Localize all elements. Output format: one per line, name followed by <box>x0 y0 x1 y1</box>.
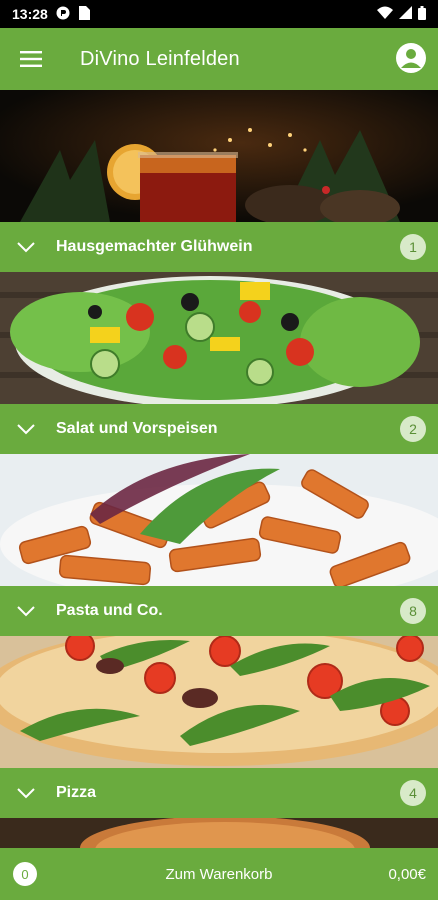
status-time: 13:28 <box>12 6 48 22</box>
category-salat[interactable]: Salat und Vorspeisen 2 <box>0 272 438 454</box>
cart-bar[interactable]: 0 Zum Warenkorb 0,00€ <box>0 848 438 900</box>
chevron-down-icon[interactable] <box>0 787 52 799</box>
status-bar: 13:28 <box>0 0 438 28</box>
category-gluehwein[interactable]: Hausgemachter Glühwein 1 <box>0 90 438 272</box>
app-bar: DiVino Leinfelden <box>0 28 438 90</box>
pasta-photo <box>0 454 438 586</box>
category-count-badge: 8 <box>400 598 426 624</box>
chevron-down-icon[interactable] <box>0 605 52 617</box>
battery-icon <box>418 5 426 23</box>
salad-photo <box>0 272 438 404</box>
app-notification-icon <box>56 6 70 23</box>
next-category-photo <box>0 818 438 848</box>
signal-icon <box>399 6 412 22</box>
category-count-badge: 1 <box>400 234 426 260</box>
app-title: DiVino Leinfelden <box>80 47 240 70</box>
category-bar[interactable]: Salat und Vorspeisen 2 <box>0 404 438 454</box>
wifi-icon <box>377 6 393 22</box>
category-label: Hausgemachter Glühwein <box>56 238 253 255</box>
category-bar[interactable]: Pasta und Co. 8 <box>0 586 438 636</box>
category-label: Salat und Vorspeisen <box>56 420 218 437</box>
sim-card-icon <box>78 5 90 23</box>
hamburger-menu-icon[interactable] <box>0 28 62 90</box>
category-pasta[interactable]: Pasta und Co. 8 <box>0 454 438 636</box>
category-label: Pizza <box>56 784 97 801</box>
pizza-photo <box>0 636 438 768</box>
category-pizza[interactable]: Pizza 4 <box>0 636 438 818</box>
mulled-wine-photo <box>0 90 438 222</box>
category-bar[interactable]: Pizza 4 <box>0 768 438 818</box>
category-count-badge: 4 <box>400 780 426 806</box>
chevron-down-icon[interactable] <box>0 241 52 253</box>
category-label: Pasta und Co. <box>56 602 163 619</box>
category-count-badge: 2 <box>400 416 426 442</box>
category-bar[interactable]: Hausgemachter Glühwein 1 <box>0 222 438 272</box>
cart-total: 0,00€ <box>388 865 426 883</box>
account-icon[interactable] <box>396 43 426 73</box>
chevron-down-icon[interactable] <box>0 423 52 435</box>
cart-button[interactable]: Zum Warenkorb <box>0 866 438 883</box>
